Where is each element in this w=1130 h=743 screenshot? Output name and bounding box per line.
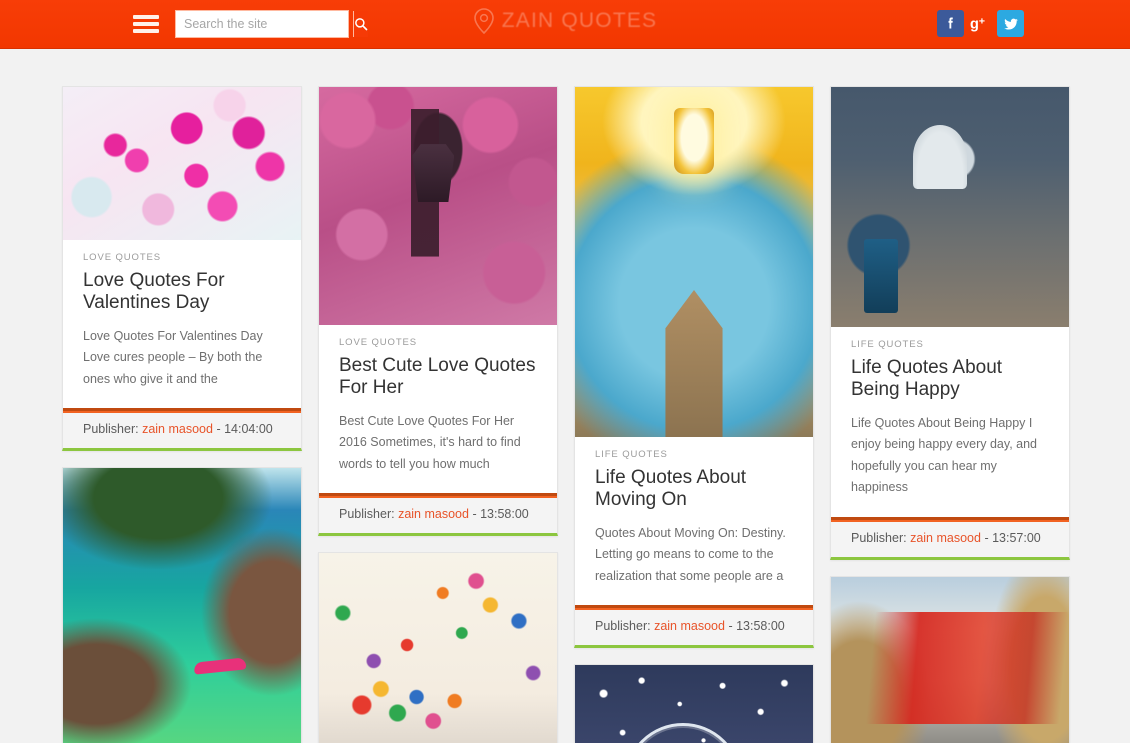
search-input[interactable] (176, 11, 353, 37)
footer-separator: - (216, 422, 221, 437)
post-body: LOVE QUOTES Love Quotes For Valentines D… (63, 240, 301, 414)
post-thumbnail[interactable] (575, 87, 813, 437)
post-time: 13:58:00 (480, 507, 529, 522)
post-card[interactable]: LIFE QUOTES Life Quotes About Moving On … (574, 86, 814, 649)
publisher-author-link[interactable]: zain masood (654, 619, 725, 633)
post-time: 14:04:00 (224, 422, 273, 437)
site-logo-text: ZAIN QUOTES (501, 9, 658, 32)
post-card[interactable] (830, 575, 1070, 743)
post-card[interactable]: LOVE QUOTES Love Quotes For Valentines D… (62, 86, 302, 452)
grid-column: LIFE QUOTES Life Quotes About Being Happ… (830, 86, 1070, 743)
footer-separator: - (728, 619, 733, 634)
post-body: LOVE QUOTES Best Cute Love Quotes For He… (319, 325, 557, 499)
post-time: 13:57:00 (992, 530, 1041, 545)
post-excerpt: Quotes About Moving On: Destiny. Letting… (595, 525, 786, 583)
post-footer: Publisher: zain masood - 13:58:00 (575, 608, 813, 646)
post-excerpt: Love Quotes For Valentines Day Love cure… (83, 328, 263, 386)
site-header: ZAIN QUOTES g + (0, 0, 1130, 49)
post-thumbnail[interactable] (63, 87, 301, 240)
post-title[interactable]: Life Quotes About Being Happy (851, 357, 1049, 402)
post-excerpt: Life Quotes About Being Happy I enjoy be… (851, 415, 1038, 495)
post-thumbnail[interactable] (63, 468, 301, 743)
svg-text:g: g (970, 16, 979, 32)
post-card[interactable] (318, 552, 558, 743)
search-button[interactable] (353, 11, 368, 37)
post-time: 13:58:00 (736, 619, 785, 634)
post-category[interactable]: LOVE QUOTES (83, 252, 281, 263)
publisher-author-link[interactable]: zain masood (398, 507, 469, 521)
hamburger-menu-icon[interactable] (133, 13, 159, 35)
social-links: g + (937, 10, 1024, 37)
publisher-label: Publisher: (851, 530, 907, 545)
post-title[interactable]: Love Quotes For Valentines Day (83, 270, 281, 315)
post-card[interactable] (574, 664, 814, 743)
publisher-label: Publisher: (595, 619, 651, 634)
post-thumbnail[interactable] (319, 553, 557, 743)
post-card[interactable] (62, 467, 302, 743)
grid-column: LOVE QUOTES Love Quotes For Valentines D… (62, 86, 302, 743)
post-footer: Publisher: zain masood - 13:57:00 (831, 519, 1069, 557)
post-footer: Publisher: zain masood - 14:04:00 (63, 411, 301, 449)
publisher-label: Publisher: (339, 507, 395, 522)
post-thumbnail[interactable] (831, 87, 1069, 327)
publisher-author-link[interactable]: zain masood (142, 422, 213, 436)
post-body: LIFE QUOTES Life Quotes About Moving On … (575, 437, 813, 611)
post-footer: Publisher: zain masood - 13:58:00 (319, 496, 557, 534)
facebook-icon[interactable] (937, 10, 964, 37)
search-icon (355, 18, 368, 31)
post-category[interactable]: LIFE QUOTES (595, 449, 793, 460)
post-title[interactable]: Life Quotes About Moving On (595, 467, 793, 512)
hamburger-bar (133, 15, 159, 19)
grid-column: LOVE QUOTES Best Cute Love Quotes For He… (318, 86, 558, 743)
grid-column: LIFE QUOTES Life Quotes About Moving On … (574, 86, 814, 743)
publisher-label: Publisher: (83, 422, 139, 437)
footer-separator: - (472, 507, 477, 522)
post-category[interactable]: LIFE QUOTES (851, 339, 1049, 350)
post-body: LIFE QUOTES Life Quotes About Being Happ… (831, 327, 1069, 522)
post-grid: LOVE QUOTES Love Quotes For Valentines D… (59, 49, 1071, 743)
publisher-author-link[interactable]: zain masood (910, 531, 981, 545)
hamburger-bar (133, 29, 159, 33)
site-logo[interactable]: ZAIN QUOTES (445, 8, 685, 34)
search-box[interactable] (175, 10, 368, 38)
post-card[interactable]: LIFE QUOTES Life Quotes About Being Happ… (830, 86, 1070, 560)
google-plus-icon[interactable]: g + (967, 10, 994, 37)
post-thumbnail[interactable] (575, 665, 813, 743)
post-card[interactable]: LOVE QUOTES Best Cute Love Quotes For He… (318, 86, 558, 537)
footer-separator: - (984, 530, 989, 545)
post-thumbnail[interactable] (319, 87, 557, 325)
location-pin-icon (473, 8, 495, 34)
post-excerpt: Best Cute Love Quotes For Her 2016 Somet… (339, 413, 521, 471)
hamburger-bar (133, 22, 159, 26)
svg-text:+: + (979, 15, 985, 27)
post-thumbnail[interactable] (831, 576, 1069, 743)
post-title[interactable]: Best Cute Love Quotes For Her (339, 355, 537, 400)
post-category[interactable]: LOVE QUOTES (339, 337, 537, 348)
twitter-icon[interactable] (997, 10, 1024, 37)
